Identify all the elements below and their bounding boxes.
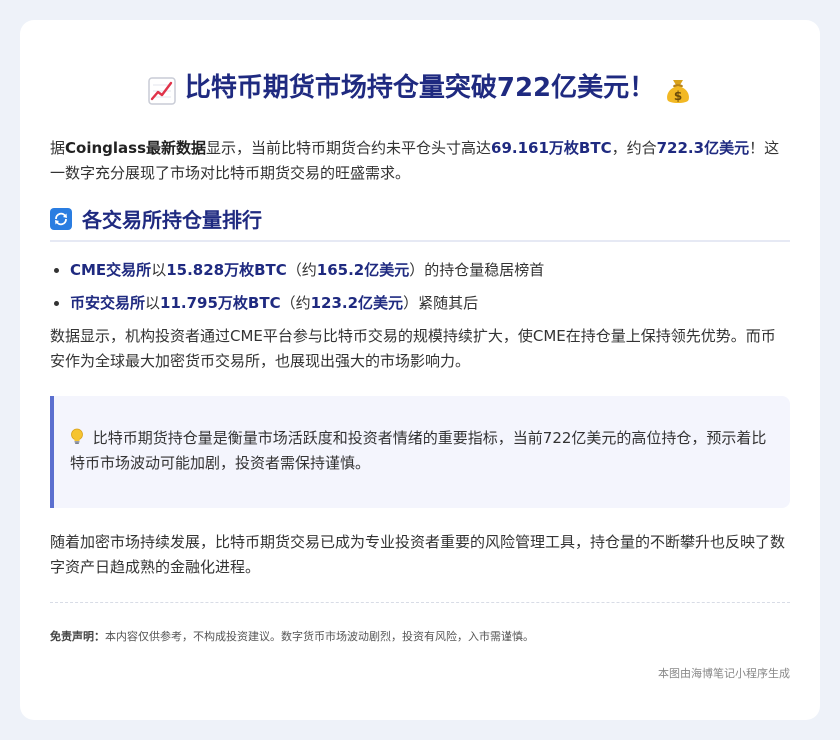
intro-paragraph: 据Coinglass最新数据显示，当前比特币期货合约未平仓头寸高达69.161万… — [50, 136, 790, 186]
divider — [50, 602, 790, 603]
analysis-paragraph: 数据显示，机构投资者通过CME平台参与比特币交易的规模持续扩大，使CME在持仓量… — [50, 327, 776, 370]
tip-callout: 比特币期货持仓量是衡量市场活跃度和投资者情绪的重要指标，当前722亿美元的高位持… — [50, 396, 790, 508]
intro-text: ，约合 — [611, 139, 657, 157]
footer-credit: 本图由海博笔记小程序生成 — [658, 667, 790, 680]
money-bag-icon: $ — [664, 74, 692, 110]
source-label: 最新数据 — [146, 139, 207, 157]
total-btc-value: 69.161万枚BTC — [491, 139, 612, 157]
total-usd-value: 722.3亿美元 — [656, 139, 750, 157]
article-card: 比特币期货市场持仓量突破722亿美元！ $ 据Coinglass最新数据显示，当… — [20, 20, 820, 720]
chart-increasing-icon — [148, 74, 176, 110]
conclusion-paragraph: 随着加密市场持续发展，比特币期货交易已成为专业投资者重要的风险管理工具，持仓量的… — [50, 533, 786, 576]
exchange-name: CME交易所 — [70, 261, 152, 279]
page-title: 比特币期货市场持仓量突破722亿美元！ $ — [50, 20, 790, 110]
exchange-btc-value: 15.828万枚BTC — [166, 261, 287, 279]
refresh-arrows-icon — [50, 207, 72, 230]
section-heading-text: 各交易所持仓量排行 — [82, 208, 262, 232]
list-text: ）的持仓量稳居榜首 — [409, 261, 545, 279]
source-name: Coinglass — [65, 139, 147, 157]
exchange-ranking-list: CME交易所以15.828万枚BTC（约165.2亿美元）的持仓量稳居榜首 币安… — [50, 258, 790, 316]
callout-text: 比特币期货持仓量是衡量市场活跃度和投资者情绪的重要指标，当前722亿美元的高位持… — [70, 429, 767, 472]
page-title-text: 比特币期货市场持仓量突破722亿美元！ — [184, 73, 656, 103]
intro-text: 据 — [50, 139, 66, 157]
exchange-usd-value: 123.2亿美元 — [310, 294, 404, 312]
disclaimer-text: 本内容仅供参考，不构成投资建议。数字货币市场波动剧烈，投资有风险，入市需谨慎。 — [105, 630, 534, 643]
list-text: ）紧随其后 — [403, 294, 479, 312]
list-text: （约 — [280, 294, 311, 312]
list-text: （约 — [286, 261, 317, 279]
list-text: 以 — [151, 261, 167, 279]
exchange-btc-value: 11.795万枚BTC — [160, 294, 281, 312]
light-bulb-icon — [70, 428, 93, 447]
svg-text:$: $ — [674, 89, 682, 103]
list-item: CME交易所以15.828万枚BTC（约165.2亿美元）的持仓量稳居榜首 — [70, 258, 790, 283]
list-text: 以 — [145, 294, 161, 312]
list-item: 币安交易所以11.795万枚BTC（约123.2亿美元）紧随其后 — [70, 291, 790, 316]
section-heading: 各交易所持仓量排行 — [50, 204, 790, 242]
intro-text: 显示，当前比特币期货合约未平仓头寸高达 — [206, 139, 492, 157]
exchange-name: 币安交易所 — [70, 294, 146, 312]
disclaimer: 免责声明：本内容仅供参考，不构成投资建议。数字货币市场波动剧烈，投资有风险，入市… — [50, 629, 790, 645]
disclaimer-label: 免责声明： — [50, 630, 105, 643]
exchange-usd-value: 165.2亿美元 — [316, 261, 410, 279]
